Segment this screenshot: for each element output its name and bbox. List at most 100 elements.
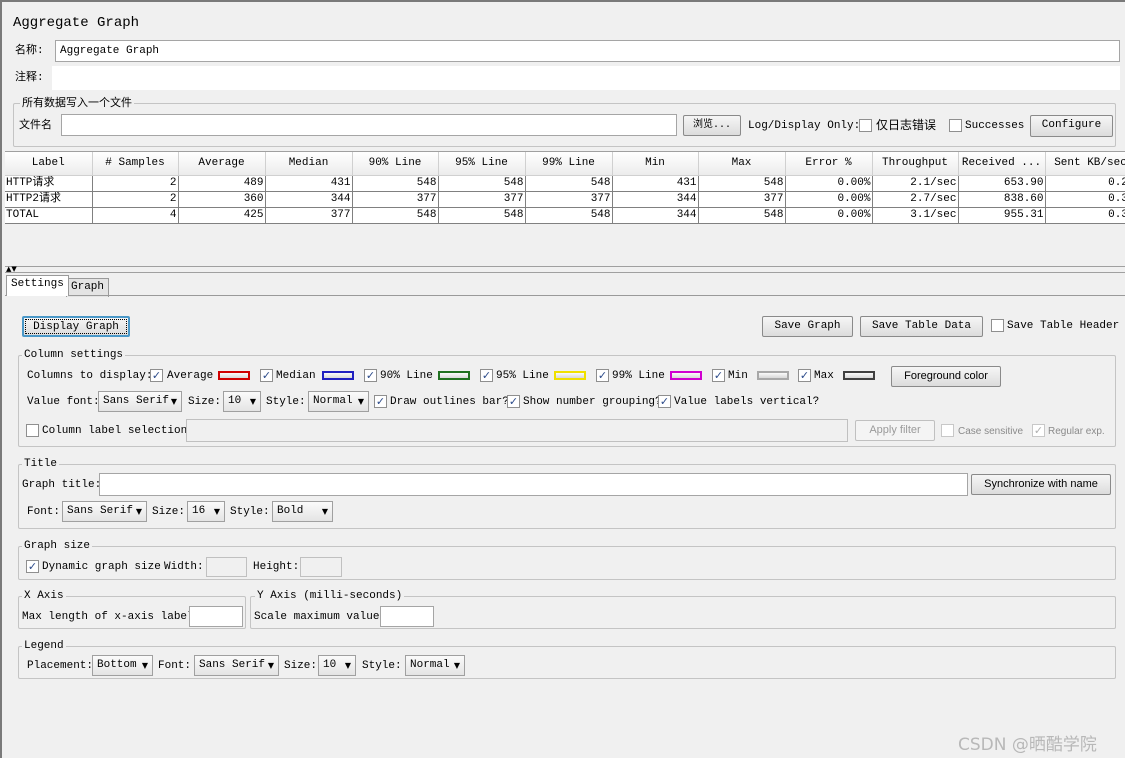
column-color-swatch[interactable] bbox=[670, 371, 702, 380]
column-checkbox[interactable]: ✓ bbox=[260, 369, 273, 382]
regular-exp-label: Regular exp. bbox=[1048, 426, 1105, 437]
errors-only-checkbox[interactable] bbox=[859, 119, 872, 132]
table-cell: 2 bbox=[92, 191, 179, 208]
show-grouping-checkbox[interactable]: ✓ bbox=[507, 395, 520, 408]
save-table-data-button[interactable]: Save Table Data bbox=[860, 316, 983, 337]
chevron-down-icon: ▼ bbox=[321, 507, 328, 516]
column-color-swatch[interactable] bbox=[438, 371, 470, 380]
column-checkbox[interactable]: ✓ bbox=[712, 369, 725, 382]
column-color-swatch[interactable] bbox=[218, 371, 250, 380]
col-header[interactable]: 95% Line bbox=[438, 152, 526, 176]
column-color-swatch[interactable] bbox=[843, 371, 875, 380]
splitter[interactable] bbox=[5, 272, 1125, 273]
width-label: Width: bbox=[164, 561, 204, 573]
comment-input[interactable] bbox=[52, 66, 1120, 90]
table-cell: 377 bbox=[265, 207, 353, 224]
height-input[interactable] bbox=[300, 557, 342, 577]
col-header[interactable]: 90% Line bbox=[352, 152, 439, 176]
table-cell: 489 bbox=[178, 175, 266, 192]
column-label-selection-checkbox[interactable] bbox=[26, 424, 39, 437]
apply-filter-button[interactable]: Apply filter bbox=[855, 420, 935, 441]
legend-style-select[interactable]: Normal ▼ bbox=[405, 655, 465, 676]
configure-button[interactable]: Configure bbox=[1030, 115, 1113, 137]
legend-size-value: 10 bbox=[323, 659, 337, 671]
draw-outlines-label: Draw outlines bar? bbox=[390, 396, 509, 408]
col-header[interactable]: Error % bbox=[785, 152, 873, 176]
title-font-select[interactable]: Sans Serif ▼ bbox=[62, 501, 147, 522]
save-table-header-checkbox[interactable] bbox=[991, 319, 1004, 332]
legend-font-label: Font: bbox=[158, 660, 192, 672]
column-checkbox[interactable]: ✓ bbox=[364, 369, 377, 382]
legend-font-select[interactable]: Sans Serif ▼ bbox=[194, 655, 279, 676]
successes-label: Successes bbox=[965, 120, 1025, 132]
legend-style-label: Style: bbox=[362, 660, 402, 672]
scale-max-input[interactable] bbox=[380, 606, 434, 627]
column-color-swatch[interactable] bbox=[554, 371, 586, 380]
case-sensitive-checkbox[interactable] bbox=[941, 424, 954, 437]
table-row[interactable]: TOTAL 4 425 377 548 548 548 344 548 0.00% 3.1/sec 9… bbox=[5, 207, 1125, 224]
column-checkbox[interactable]: ✓ bbox=[150, 369, 163, 382]
width-input[interactable] bbox=[206, 557, 247, 577]
table-cell: 344 bbox=[612, 191, 699, 208]
table-cell: 377 bbox=[698, 191, 786, 208]
chevron-down-icon: ▼ bbox=[357, 397, 364, 406]
column-color-swatch[interactable] bbox=[757, 371, 789, 380]
graph-title-input[interactable] bbox=[99, 473, 968, 496]
col-header[interactable]: Average bbox=[178, 152, 266, 176]
col-header[interactable]: 99% Line bbox=[525, 152, 613, 176]
placement-label: Placement: bbox=[27, 660, 94, 672]
table-cell: 431 bbox=[612, 175, 699, 192]
table-cell: 548 bbox=[698, 207, 786, 224]
title-font-value: Sans Serif bbox=[67, 505, 134, 517]
filename-input[interactable] bbox=[61, 114, 677, 136]
col-header[interactable]: Throughput bbox=[872, 152, 959, 176]
col-header[interactable]: Received ... bbox=[958, 152, 1046, 176]
column-checkbox[interactable]: ✓ bbox=[798, 369, 811, 382]
tab-settings[interactable]: Settings bbox=[6, 275, 69, 296]
max-length-input[interactable] bbox=[189, 606, 243, 627]
placement-select[interactable]: Bottom ▼ bbox=[92, 655, 153, 676]
table-cell: 4 bbox=[92, 207, 179, 224]
value-size-select[interactable]: 10 ▼ bbox=[223, 391, 261, 412]
col-header[interactable]: Sent KB/sec bbox=[1045, 152, 1125, 176]
col-header[interactable]: Min bbox=[612, 152, 699, 176]
column-checkbox[interactable]: ✓ bbox=[480, 369, 493, 382]
value-style-select[interactable]: Normal ▼ bbox=[308, 391, 369, 412]
dynamic-graph-size-checkbox[interactable]: ✓ bbox=[26, 560, 39, 573]
col-header[interactable]: Max bbox=[698, 152, 786, 176]
table-cell: 0.00% bbox=[785, 207, 873, 224]
table-cell: 955.31 bbox=[958, 207, 1046, 224]
legend-size-label: Size: bbox=[284, 660, 318, 672]
legend-size-select[interactable]: 10 ▼ bbox=[318, 655, 356, 676]
placement-value: Bottom bbox=[97, 659, 137, 671]
table-cell: 2 bbox=[92, 175, 179, 192]
name-input[interactable]: Aggregate Graph bbox=[55, 40, 1120, 62]
synchronize-with-name-button[interactable]: Synchronize with name bbox=[971, 474, 1111, 495]
title-style-select[interactable]: Bold ▼ bbox=[272, 501, 333, 522]
successes-checkbox[interactable] bbox=[949, 119, 962, 132]
column-label-filter-input[interactable] bbox=[186, 419, 848, 442]
title-legend: Title bbox=[22, 458, 60, 470]
foreground-color-button[interactable]: Foreground color bbox=[891, 366, 1001, 387]
table-row[interactable]: HTTP2请求 2 360 344 377 377 377 344 377 0.00% 2.7/se… bbox=[5, 191, 1125, 208]
value-font-select[interactable]: Sans Serif ▼ bbox=[98, 391, 182, 412]
save-graph-button[interactable]: Save Graph bbox=[762, 316, 853, 337]
case-sensitive-label: Case sensitive bbox=[958, 426, 1024, 437]
table-row[interactable]: HTTP请求 2 489 431 548 548 548 431 548 0.00% 2.1/sec… bbox=[5, 175, 1125, 192]
regular-exp-checkbox[interactable]: ✓ bbox=[1032, 424, 1045, 437]
col-header[interactable]: Label bbox=[5, 152, 93, 176]
column-checkbox[interactable]: ✓ bbox=[596, 369, 609, 382]
col-header[interactable]: Median bbox=[265, 152, 353, 176]
table-cell: HTTP2请求 bbox=[5, 191, 93, 208]
results-table: Label # Samples Average Median 90% Line 95% L… bbox=[5, 152, 1125, 224]
display-graph-button[interactable]: Display Graph bbox=[22, 316, 130, 337]
table-cell: 377 bbox=[352, 191, 439, 208]
col-header[interactable]: # Samples bbox=[92, 152, 179, 176]
browse-button[interactable]: 浏览... bbox=[683, 115, 741, 136]
title-size-select[interactable]: 16 ▼ bbox=[187, 501, 225, 522]
column-color-swatch[interactable] bbox=[322, 371, 354, 380]
chevron-down-icon: ▼ bbox=[141, 661, 148, 670]
labels-vertical-checkbox[interactable]: ✓ bbox=[658, 395, 671, 408]
draw-outlines-checkbox[interactable]: ✓ bbox=[374, 395, 387, 408]
chevron-down-icon: ▼ bbox=[344, 661, 351, 670]
